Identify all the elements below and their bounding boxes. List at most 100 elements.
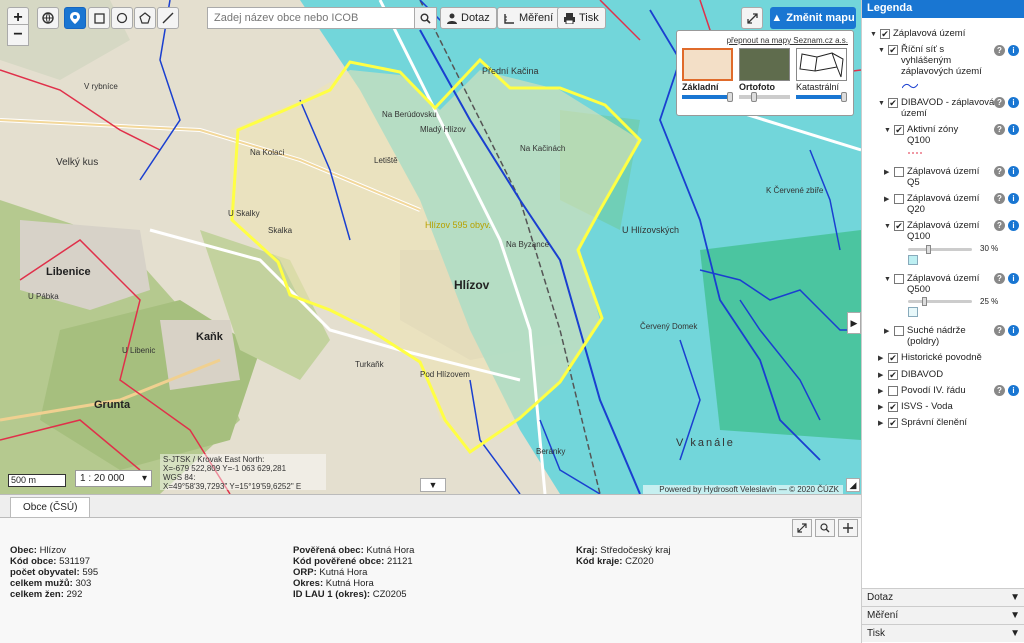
zoom-icon [820,523,830,533]
change-map-button[interactable]: ▲ Změnit mapu [770,7,856,29]
q100-opacity-slider[interactable] [908,245,972,254]
legend-item-aktivni-zony[interactable]: ▼ ✔ Aktivní zóny Q100 [884,124,984,146]
map-view[interactable]: Hlízov Libenice Kaňk Grunta Přední Kačin… [0,0,861,494]
map-label-predni-kacina: Přední Kačina [482,66,539,76]
info-icon[interactable]: i [1008,166,1019,177]
map-label-k-cervene-zbire: K Červené zbiře [766,186,824,195]
legend-item-zap-q20[interactable]: ▶ Záplavová území Q20 [884,193,994,215]
map-label-velky-kus: Velký kus [56,157,99,168]
info-icon[interactable]: i [1008,193,1019,204]
info-col-3: Kraj: Středočeský kraj Kód kraje: CZ020 [576,545,671,567]
info-icon[interactable]: i [1008,220,1019,231]
resize-corner-icon[interactable]: ◢ [846,478,860,492]
mereni-button[interactable]: Měření [497,7,561,29]
caret-down-icon: ▼ [878,47,885,54]
caret-down-icon: ▼ [878,100,885,107]
move-button[interactable] [838,519,858,537]
legend-item-zap-q500[interactable]: ▼ Záplavová území Q500 [884,273,994,295]
help-icon[interactable]: ? [994,193,1005,204]
map-label-mlady-hlizov: Mladý Hlízov [420,125,466,134]
basemap-katastralni-slider[interactable] [796,92,847,102]
help-icon[interactable]: ? [994,325,1005,336]
globe-icon[interactable] [37,7,59,29]
search-button[interactable] [414,8,436,28]
rectangle-icon[interactable] [88,7,110,29]
zoom-out-button[interactable]: − [7,24,29,46]
search-bar [207,7,437,29]
legend-item-povodi[interactable]: ▶ Povodí IV. řádu [878,385,966,397]
expand-panel-button[interactable] [792,519,812,537]
info-icon[interactable]: i [1008,45,1019,56]
map-label-na-berudovsku: Na Berúdovsku [382,110,437,119]
legend-item-dibavod-zap[interactable]: ▼ ✔ DIBAVOD - záplavová území [878,97,998,119]
info-icon[interactable]: i [1008,124,1019,135]
legend-item-zap-q100[interactable]: ▼ ✔ Záplavová území Q100 [884,220,994,242]
basemap-katastralni[interactable]: Katastrální [796,48,847,102]
map-label-kank: Kaňk [196,331,223,343]
map-label-u-pabka: U Pábka [28,292,59,301]
scale-select[interactable]: 1 : 20 000 ▾ [75,470,152,487]
expand-right-icon[interactable]: ▶ [847,312,861,334]
circle-icon[interactable] [111,7,133,29]
info-icon[interactable]: i [1008,325,1019,336]
legend-item-ricni-sit[interactable]: ▼ ✔ Říční síť s vyhlášeným záplavových úze… [878,44,988,77]
help-icon[interactable]: ? [994,45,1005,56]
help-icon[interactable]: ? [994,97,1005,108]
legend-item-suche-nadrze[interactable]: ▶ Suché nádrže (poldry) [884,325,994,347]
legend-item-zap-q5[interactable]: ▶ Záplavová území Q5 [884,166,994,188]
help-icon[interactable]: ? [994,124,1005,135]
map-label-turkank: Turkaňk [355,360,384,369]
map-label-pod-hlizovem: Pod Hlízovem [420,370,470,379]
accordion-dotaz[interactable]: Dotaz ▼ [862,588,1024,606]
tisk-button[interactable]: Tisk [557,7,606,29]
expand-icon [797,523,807,533]
help-icon[interactable]: ? [994,220,1005,231]
basemap-ortofoto-slider[interactable] [739,92,790,102]
map-label-hlizov: Hlízov [454,278,490,292]
river-line-icon [902,83,918,89]
polygon-icon[interactable] [134,7,156,29]
caret-down-icon: ▼ [884,223,891,230]
basemap-ortofoto[interactable]: Ortofoto [739,48,790,102]
expand-down-icon[interactable]: ▼ [420,478,446,492]
info-icon[interactable]: i [1008,97,1019,108]
map-label-na-kolaci: Na Kolaci [250,148,285,157]
info-icon[interactable]: i [1008,273,1019,284]
zoom-to-button[interactable] [815,519,835,537]
q500-opacity-value: 25 % [980,297,999,306]
dotaz-button[interactable]: Dotaz [440,7,497,29]
seznam-switch-link[interactable]: přepnout na mapy Seznam.cz a.s. [682,36,848,45]
legend-title[interactable]: Legenda [862,0,1024,18]
line-icon[interactable] [157,7,179,29]
legend-item-zaplavova-uzemi[interactable]: ▼ ✔ Záplavová území [870,28,965,40]
legend-item-isvs[interactable]: ▶ ✔ ISVS - Voda [878,401,953,413]
accordion-mereni[interactable]: Měření ▼ [862,606,1024,624]
move-icon [843,523,853,533]
basemap-zakladni-slider[interactable] [682,92,733,102]
legend-item-dibavod[interactable]: ▶ ✔ DIBAVOD [878,369,943,381]
tab-obce-csu[interactable]: Obce (ČSÚ) [10,497,91,517]
caret-right-icon: ▶ [884,169,890,176]
q100-opacity-value: 30 % [980,244,999,253]
map-label-grunta: Grunta [94,399,131,411]
basemap-zakladni[interactable]: Základní [682,48,733,102]
info-icon[interactable]: i [1008,385,1019,396]
search-input[interactable] [208,8,414,28]
caret-right-icon: ▶ [878,420,884,427]
legend-panel: Legenda ▼ ✔ Záplavová území ▼ ✔ Říční síť s … [861,0,1024,643]
checkbox: ✔ [880,29,890,39]
basemap-ortofoto-thumb [739,48,790,81]
legend-item-historicke[interactable]: ▶ ✔ Historické povodně [878,352,982,364]
caret-right-icon: ▶ [884,196,890,203]
map-label-hlizov-pop: Hlízov 595 obyv. [425,220,491,230]
fullscreen-icon[interactable] [741,7,763,29]
help-icon[interactable]: ? [994,385,1005,396]
accordion-tisk[interactable]: Tisk ▼ [862,624,1024,642]
active-zone-icon [908,152,922,154]
copyright-notice: Powered by Hydrosoft Veleslavín — © 2020… [643,485,843,494]
help-icon[interactable]: ? [994,166,1005,177]
help-icon[interactable]: ? [994,273,1005,284]
marker-icon[interactable] [64,7,86,29]
legend-item-spravni[interactable]: ▶ ✔ Správní členění [878,417,967,429]
q500-opacity-slider[interactable] [908,297,972,306]
